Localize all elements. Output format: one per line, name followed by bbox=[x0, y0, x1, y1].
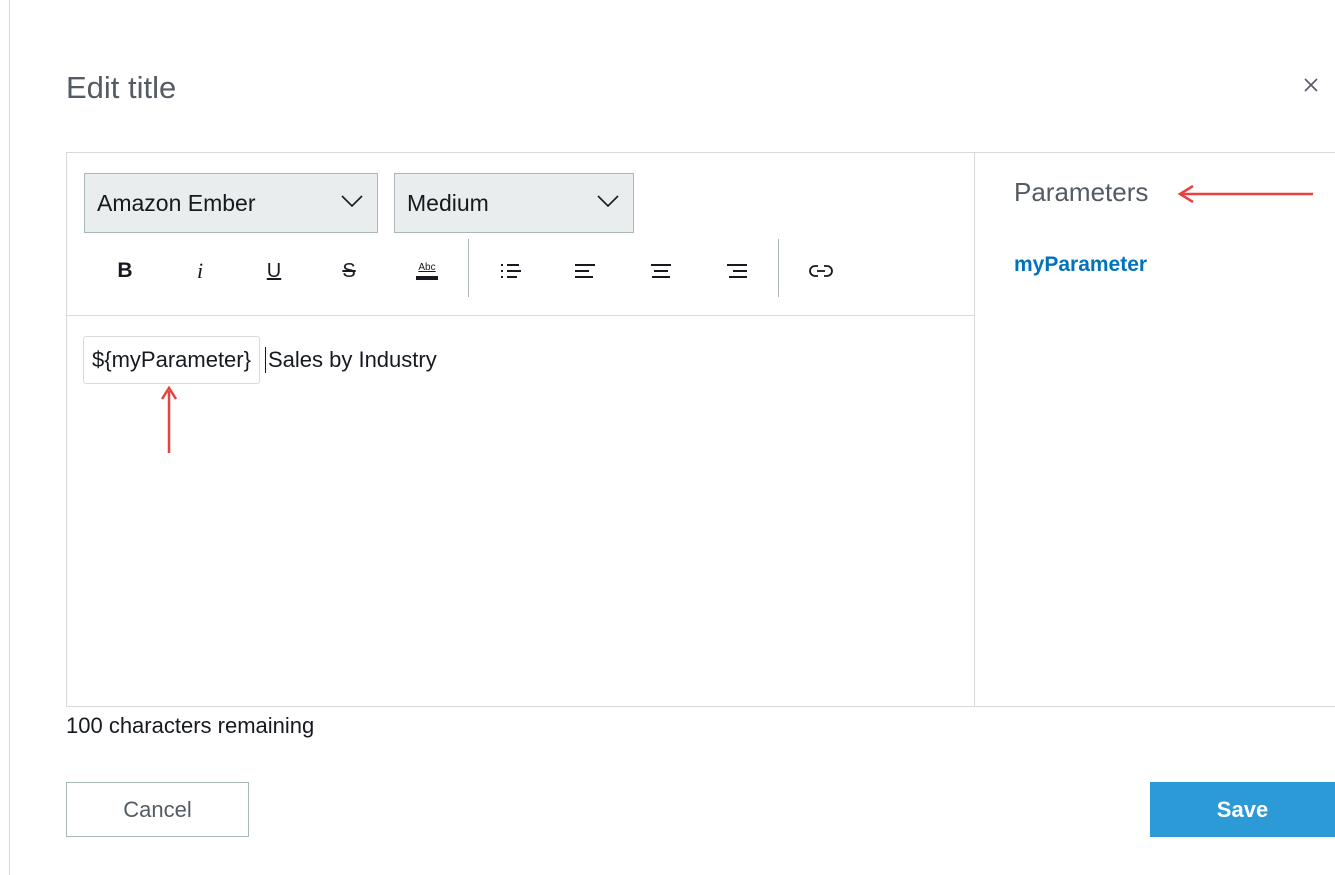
text-cursor bbox=[264, 347, 266, 373]
insert-link-button[interactable] bbox=[803, 253, 839, 289]
editor-area: Amazon Ember Medium B i U S Abc ${myPara… bbox=[66, 152, 1335, 707]
characters-remaining: 100 characters remaining bbox=[66, 713, 315, 738]
align-center-icon bbox=[651, 264, 671, 278]
close-icon bbox=[1304, 78, 1318, 92]
title-text: Sales by Industry bbox=[267, 347, 437, 372]
annotation-arrow-left bbox=[1177, 184, 1313, 204]
text-color-button[interactable]: Abc bbox=[409, 253, 445, 289]
parameter-item-myparameter[interactable]: myParameter bbox=[1014, 253, 1147, 277]
cancel-button[interactable]: Cancel bbox=[66, 782, 249, 837]
font-size-select[interactable]: Medium bbox=[394, 173, 634, 233]
align-center-button[interactable] bbox=[643, 253, 679, 289]
italic-button[interactable]: i bbox=[182, 253, 218, 289]
align-right-button[interactable] bbox=[719, 253, 755, 289]
underline-icon: U bbox=[266, 259, 282, 282]
strikethrough-button[interactable]: S bbox=[331, 253, 367, 289]
title-text-area[interactable]: ${myParameter} Sales by Industry bbox=[83, 335, 437, 385]
font-size-value: Medium bbox=[407, 189, 489, 216]
chevron-down-icon bbox=[597, 195, 619, 208]
underline-button[interactable]: U bbox=[256, 253, 292, 289]
parameters-panel: Parameters myParameter bbox=[974, 153, 1335, 706]
text-color-icon: Abc bbox=[416, 262, 438, 280]
italic-icon: i bbox=[196, 258, 204, 283]
chevron-down-icon bbox=[341, 195, 363, 208]
align-left-icon bbox=[575, 264, 595, 278]
align-right-icon bbox=[727, 264, 747, 278]
bold-icon: B bbox=[117, 259, 133, 282]
save-button[interactable]: Save bbox=[1150, 782, 1335, 837]
dialog-title: Edit title bbox=[66, 70, 177, 105]
link-icon bbox=[809, 265, 833, 277]
formatting-toolbar: Amazon Ember Medium B i U S Abc bbox=[67, 153, 974, 316]
bulleted-list-icon bbox=[501, 264, 521, 278]
parameters-heading: Parameters bbox=[1014, 177, 1149, 207]
align-left-button[interactable] bbox=[567, 253, 603, 289]
parameter-token[interactable]: ${myParameter} bbox=[83, 336, 260, 384]
font-family-select[interactable]: Amazon Ember bbox=[84, 173, 378, 233]
page-left-border bbox=[9, 0, 10, 875]
strikethrough-icon: S bbox=[342, 259, 356, 282]
title-editor: Amazon Ember Medium B i U S Abc ${myPara… bbox=[67, 153, 974, 706]
toolbar-divider bbox=[468, 239, 469, 297]
bulleted-list-button[interactable] bbox=[493, 253, 529, 289]
font-family-value: Amazon Ember bbox=[97, 189, 256, 216]
annotation-arrow-up bbox=[160, 385, 178, 453]
close-button[interactable] bbox=[1298, 72, 1324, 98]
bold-button[interactable]: B bbox=[107, 253, 143, 289]
toolbar-divider bbox=[778, 239, 779, 297]
